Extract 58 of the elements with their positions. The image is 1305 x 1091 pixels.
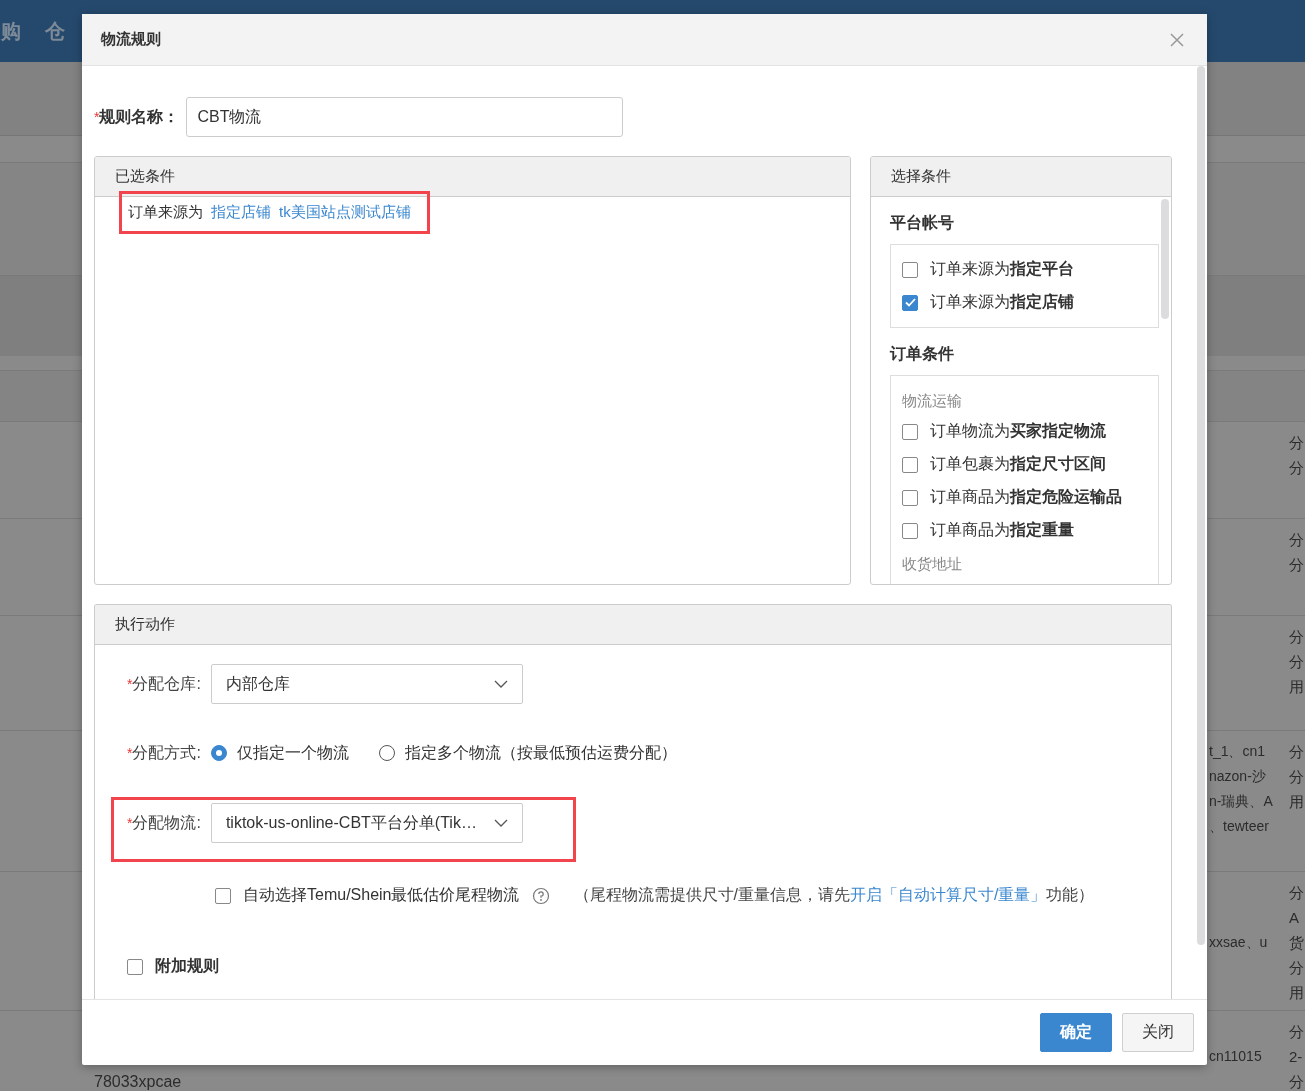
caret-icon [493, 819, 508, 827]
condition-label[interactable]: 订单包裹为指定尺寸区间 [930, 454, 1106, 475]
section-heading: 收货地址 [902, 555, 963, 574]
condition-text: 订单来源为 [128, 203, 203, 222]
note-text: （尾程物流需提供尺寸/重量信息，请先开启「自动计算尺寸/重量」功能） [573, 885, 1095, 905]
confirm-button[interactable]: 确定 [1040, 1013, 1112, 1052]
checkbox[interactable] [902, 522, 918, 539]
checkbox[interactable] [902, 489, 918, 506]
scrollbar[interactable] [1197, 66, 1205, 945]
field-label: *分配仓库: [127, 673, 201, 694]
close-button[interactable]: 关闭 [1122, 1013, 1194, 1052]
caret-icon [493, 680, 508, 688]
checkbox-label[interactable]: 自动选择Temu/Shein最低估价尾程物流 [243, 885, 520, 906]
condition-label[interactable]: 订单商品为指定危险运输品 [930, 487, 1122, 508]
table-cell-text: 分 分 用 [1289, 742, 1304, 812]
scrollbar[interactable] [1161, 199, 1169, 319]
condition-label[interactable]: 订单物流为买家指定物流 [930, 421, 1106, 442]
checkbox[interactable] [902, 294, 918, 311]
radio-label[interactable]: 仅指定一个物流 [236, 742, 349, 764]
panel-title: 选择条件 [871, 157, 1171, 197]
table-cell-text: t_1、cn1 nazon-沙 n-瑞典、A 、tewteer [1209, 742, 1273, 836]
checkbox[interactable] [215, 887, 231, 904]
table-cell-text: 分 A 货 分 用 [1289, 883, 1304, 1003]
dialog-title: 物流规则 [101, 30, 161, 49]
table-cell-text: 分 分 [1289, 530, 1304, 575]
table-cell-text: 分 分 [1289, 433, 1304, 478]
rule-name-field[interactable]: CBT物流 [186, 97, 624, 137]
table-cell-text: 分 分 用 [1289, 627, 1304, 697]
condition-label[interactable]: 订单商品为指定重量 [930, 520, 1074, 541]
field-label: *分配方式: [127, 742, 201, 763]
checkbox[interactable] [902, 456, 918, 473]
help-icon[interactable] [531, 886, 550, 905]
radio-label[interactable]: 指定多个物流（按最低预估运费分配） [404, 742, 677, 764]
condition-label[interactable]: 订单来源为指定平台 [930, 259, 1074, 280]
checkbox[interactable] [902, 261, 918, 278]
section-heading: 物流运输 [902, 392, 963, 411]
checkbox[interactable] [902, 423, 918, 440]
settings-link[interactable]: 开启「自动计算尺寸/重量」 [849, 886, 1047, 903]
checkbox[interactable] [127, 958, 143, 975]
condition-link[interactable]: tk美国站点测试店铺 [279, 203, 411, 222]
condition-link[interactable]: 指定店铺 [211, 203, 271, 222]
field-label: *规则名称： [94, 106, 180, 127]
panel-title: 执行动作 [95, 605, 1171, 645]
radio-button[interactable] [210, 745, 227, 761]
table-cell-text: 分 2- 分 [1289, 1022, 1304, 1091]
table-cell-text: xxsae、u [1209, 933, 1268, 952]
group-title: 订单条件 [890, 344, 955, 364]
panel-title: 已选条件 [95, 157, 850, 197]
close-icon[interactable] [1169, 31, 1185, 48]
warehouse-select[interactable]: 内部仓库 [210, 664, 523, 704]
logistics-select[interactable]: tiktok-us-online-CBT平台分单(Tik… [210, 803, 523, 843]
table-cell-text: 78033xpcae [94, 1072, 182, 1091]
table-cell-text: cn11015 [1209, 1047, 1262, 1066]
checkbox-label[interactable]: 附加规则 [155, 956, 219, 977]
radio-button[interactable] [378, 745, 395, 761]
condition-label[interactable]: 订单来源为指定店铺 [930, 292, 1074, 313]
field-label: *分配物流: [127, 812, 201, 833]
group-title: 平台帐号 [890, 213, 955, 233]
